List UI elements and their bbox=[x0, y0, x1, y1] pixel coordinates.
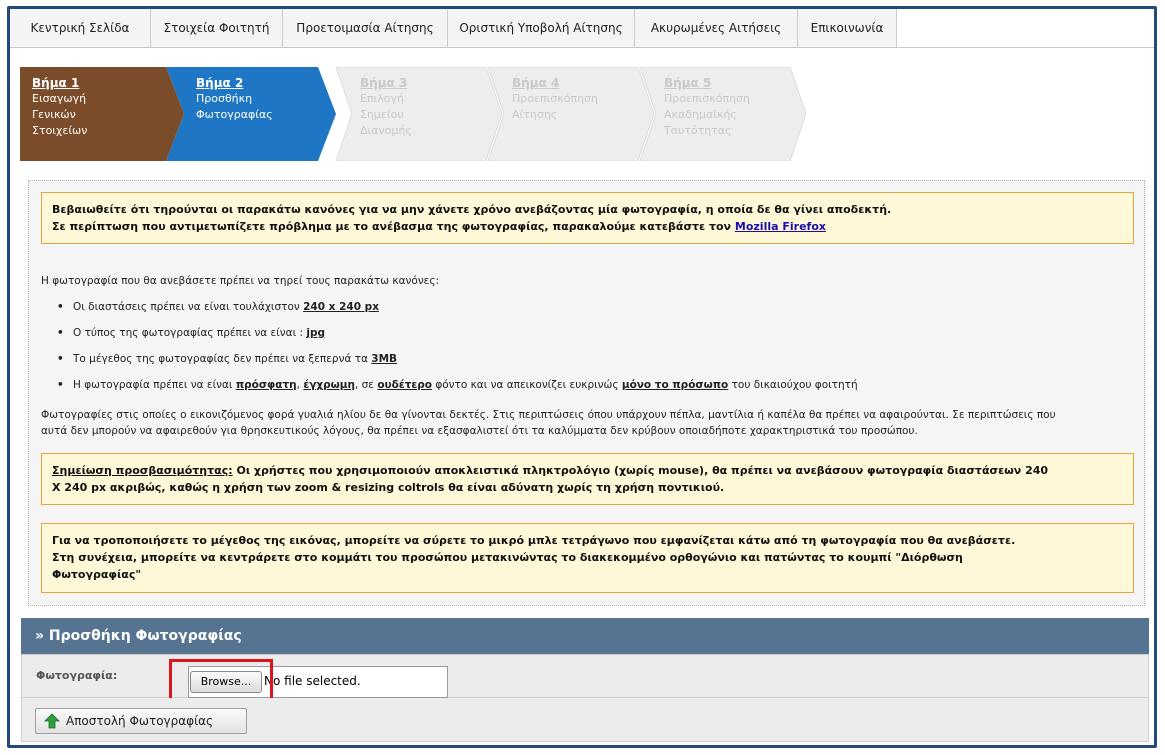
rule-4-sep1: , bbox=[296, 379, 300, 391]
step-5-line2: Ακαδημαϊκής bbox=[664, 108, 737, 121]
warning-line2: Σε περίπτωση που αντιμετωπίζετε πρόβλημα… bbox=[52, 218, 1123, 235]
tab-contact[interactable]: Επικοινωνία bbox=[798, 9, 897, 47]
rule-4-b3: ουδέτερο bbox=[377, 379, 432, 391]
browse-highlight bbox=[169, 659, 273, 701]
rule-3-text: Το μέγεθος της φωτογραφίας δεν πρέπει να… bbox=[73, 353, 368, 365]
accessibility-note: Σημείωση προσβασιμότητας: Οι χρήστες που… bbox=[41, 453, 1134, 505]
step-1-title: Βήμα 1 bbox=[32, 76, 80, 90]
file-status: No file selected. bbox=[264, 674, 361, 688]
warning-box: Βεβαιωθείτε ότι τηρούνται οι παρακάτω κα… bbox=[41, 192, 1134, 244]
step-2-line2: Φωτογραφίας bbox=[196, 108, 273, 121]
warning-line2-text: Σε περίπτωση που αντιμετωπίζετε πρόβλημα… bbox=[52, 220, 732, 233]
submit-row: Αποστολή Φωτογραφίας bbox=[21, 698, 1149, 742]
rules-list: Οι διαστάσεις πρέπει να είναι τουλάχιστο… bbox=[57, 299, 858, 403]
glasses-line2: αυτά δεν μπορούν να αφαιρεθούν για θρησκ… bbox=[41, 425, 918, 437]
rule-4-b1: πρόσφατη bbox=[235, 379, 297, 391]
tab-cancelled-applications[interactable]: Ακυρωμένες Αιτήσεις bbox=[635, 9, 798, 47]
rule-type: Ο τύπος της φωτογραφίας πρέπει να είναι … bbox=[57, 325, 858, 351]
rule-2-text: Ο τύπος της φωτογραφίας πρέπει να είναι … bbox=[73, 327, 304, 339]
step-5-line3: Ταυτότητας bbox=[664, 124, 732, 137]
step-5-text: Βήμα 5 Προεπισκόπηση Ακαδημαϊκής Ταυτότη… bbox=[664, 75, 750, 139]
nav-filler bbox=[897, 9, 1154, 47]
tab-final-submission[interactable]: Οριστική Υποβολή Αίτησης bbox=[448, 9, 635, 47]
step-5-title: Βήμα 5 bbox=[664, 76, 712, 90]
tab-home[interactable]: Κεντρική Σελίδα bbox=[10, 9, 151, 47]
rule-4-c: φόντο και να απεικονίζει ευκρινώς bbox=[435, 379, 619, 391]
resize-line2: Στη συνέχεια, μπορείτε να κεντράρετε στο… bbox=[52, 551, 963, 564]
step-1-line2: Στοιχείων bbox=[32, 124, 88, 137]
glasses-line1: Φωτογραφίες στις οποίες ο εικονιζόμενος … bbox=[41, 409, 1056, 421]
step-3-line2: Διανομής bbox=[360, 124, 412, 137]
step-3-line1: Επιλογή Σημείου bbox=[360, 92, 405, 121]
wizard-steps: Βήμα 5 Προεπισκόπηση Ακαδημαϊκής Ταυτότη… bbox=[20, 67, 820, 161]
rule-1-text: Οι διαστάσεις πρέπει να είναι τουλάχιστο… bbox=[73, 301, 300, 313]
step-2-title: Βήμα 2 bbox=[196, 76, 244, 90]
top-navigation: Κεντρική Σελίδα Στοιχεία Φοιτητή Προετοι… bbox=[10, 9, 1154, 48]
firefox-link[interactable]: Mozilla Firefox bbox=[735, 220, 826, 233]
photo-field-row: Φωτογραφία: Browse... No file selected. bbox=[21, 654, 1149, 701]
tab-prepare-application[interactable]: Προετοιμασία Αίτησης bbox=[283, 9, 448, 47]
accessibility-label: Σημείωση προσβασιμότητας: bbox=[52, 464, 233, 477]
step-2-line1: Προσθήκη bbox=[196, 92, 253, 105]
step-4-line2: Αίτησης bbox=[512, 108, 558, 121]
rule-4-d: του δικαιούχου φοιτητή bbox=[731, 379, 858, 391]
rule-1-bold: 240 x 240 px bbox=[303, 301, 379, 313]
step-4-line1: Προεπισκόπηση bbox=[512, 92, 598, 105]
step-2-text: Βήμα 2 Προσθήκη Φωτογραφίας bbox=[196, 75, 273, 123]
photo-rules-box: Βεβαιωθείτε ότι τηρούνται οι παρακάτω κα… bbox=[28, 180, 1145, 606]
arrow-up-icon bbox=[44, 713, 60, 729]
upload-panel-header: » Προσθήκη Φωτογραφίας bbox=[21, 618, 1149, 654]
rule-4-b4: μόνο το πρόσωπο bbox=[621, 379, 729, 391]
step-3-text: Βήμα 3 Επιλογή Σημείου Διανομής bbox=[360, 75, 412, 139]
resize-line3: Φωτογραφίας" bbox=[52, 568, 142, 581]
accessibility-line2: X 240 px ακριβώς, καθώς η χρήση των zoom… bbox=[52, 481, 725, 494]
step-1-line1: Εισαγωγή Γενικών bbox=[32, 92, 87, 121]
rule-4-sep2: , σε bbox=[354, 379, 374, 391]
resize-note: Για να τροποποιήσετε το μέγεθος της εικό… bbox=[41, 523, 1134, 593]
upload-photo-button[interactable]: Αποστολή Φωτογραφίας bbox=[35, 708, 247, 734]
rule-dimensions: Οι διαστάσεις πρέπει να είναι τουλάχιστο… bbox=[57, 299, 858, 325]
rule-size: Το μέγεθος της φωτογραφίας δεν πρέπει να… bbox=[57, 351, 858, 377]
page-frame: Κεντρική Σελίδα Στοιχεία Φοιτητή Προετοι… bbox=[7, 6, 1157, 748]
upload-photo-label: Αποστολή Φωτογραφίας bbox=[66, 714, 214, 728]
step-4-text: Βήμα 4 Προεπισκόπηση Αίτησης bbox=[512, 75, 598, 123]
warning-line1: Βεβαιωθείτε ότι τηρούνται οι παρακάτω κα… bbox=[52, 203, 892, 216]
rule-2-bold: jpg bbox=[306, 327, 325, 339]
photo-field-label: Φωτογραφία: bbox=[36, 669, 118, 682]
step-4-title: Βήμα 4 bbox=[512, 76, 560, 90]
accessibility-line1: Σημείωση προσβασιμότητας: Οι χρήστες που… bbox=[52, 462, 1123, 479]
tab-student-info[interactable]: Στοιχεία Φοιτητή bbox=[151, 9, 283, 47]
rule-appearance: Η φωτογραφία πρέπει να είναι πρόσφατη, έ… bbox=[57, 377, 858, 403]
rules-intro: Η φωτογραφία που θα ανεβάσετε πρέπει να … bbox=[41, 275, 440, 287]
rule-3-bold: 3MB bbox=[371, 353, 398, 365]
rule-4-b2: έγχρωμη bbox=[303, 379, 355, 391]
step-3-title: Βήμα 3 bbox=[360, 76, 408, 90]
glasses-note: Φωτογραφίες στις οποίες ο εικονιζόμενος … bbox=[41, 407, 1136, 439]
accessibility-text1: Οι χρήστες που χρησιμοποιούν αποκλειστικ… bbox=[236, 464, 1049, 477]
rule-4-a: Η φωτογραφία πρέπει να είναι bbox=[73, 379, 233, 391]
step-1-text: Βήμα 1 Εισαγωγή Γενικών Στοιχείων bbox=[32, 75, 87, 139]
step-5-line1: Προεπισκόπηση bbox=[664, 92, 750, 105]
resize-line1: Για να τροποποιήσετε το μέγεθος της εικό… bbox=[52, 534, 1016, 547]
